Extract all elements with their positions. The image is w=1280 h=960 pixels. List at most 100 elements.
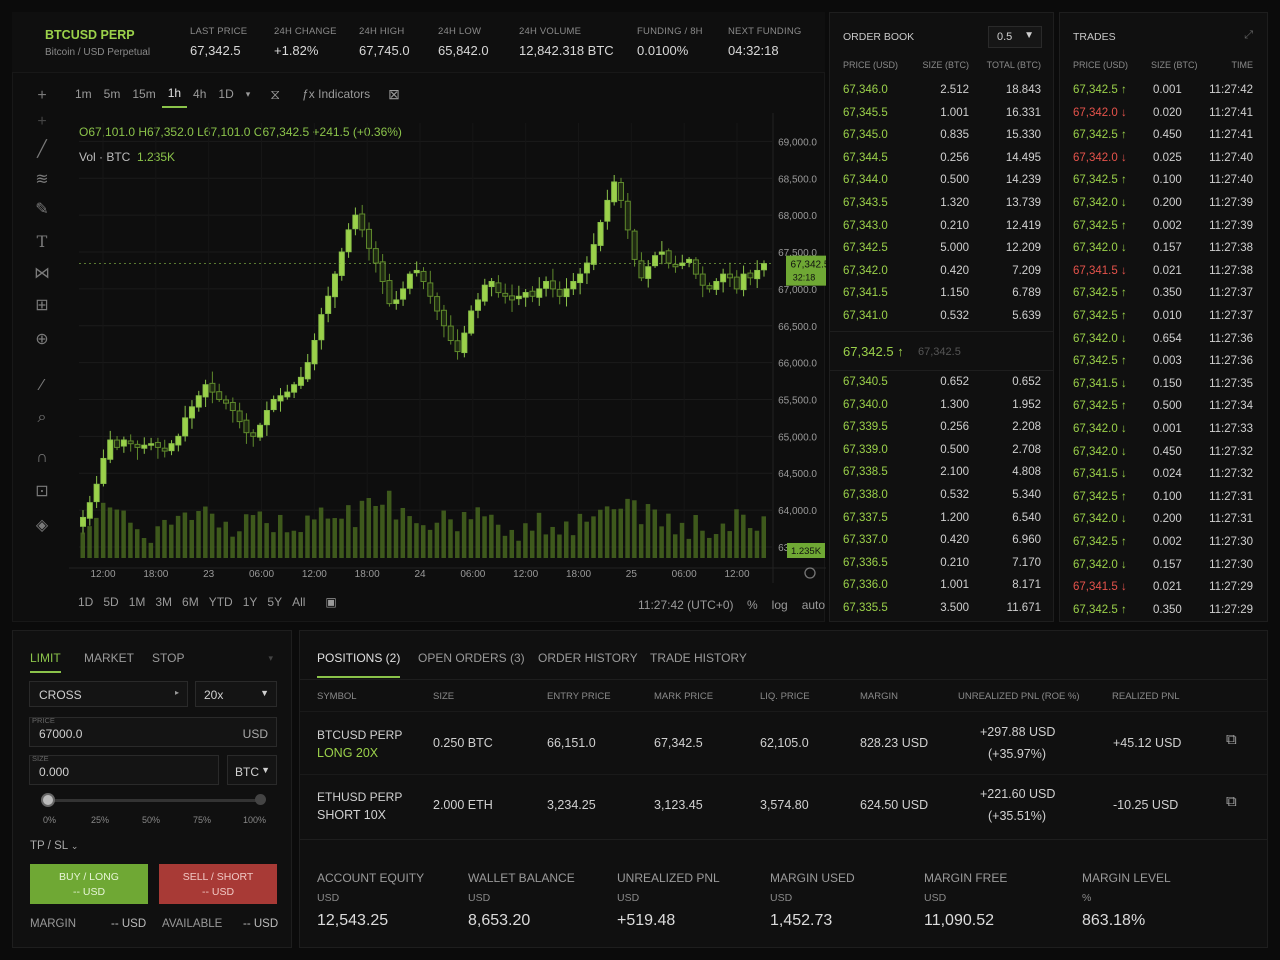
book-row[interactable]: 67,342.5 5.000 12.209 <box>830 238 1053 261</box>
book-row[interactable]: 67,338.5 2.100 4.808 <box>830 462 1053 485</box>
sell-short-button[interactable]: SELL / SHORT -- USD <box>159 864 277 904</box>
y-tick-label: 65,500.0 <box>778 395 817 406</box>
timeframe-1d[interactable]: 1D <box>212 81 239 107</box>
tab-trade-history[interactable]: TRADE HISTORY <box>650 651 747 665</box>
book-row[interactable]: 67,343.5 1.320 13.739 <box>830 193 1053 216</box>
book-row[interactable]: 67,340.5 0.652 0.652 <box>830 372 1053 395</box>
calendar-icon[interactable]: ▣ <box>320 595 341 609</box>
x-tick-label: 25 <box>626 569 638 580</box>
brush-icon[interactable]: ≋ <box>31 169 53 191</box>
pattern-icon[interactable]: ⋈ <box>31 263 53 285</box>
price-chart[interactable]: 69,000.068,500.068,000.067,500.067,000.0… <box>69 113 826 593</box>
tab-positions[interactable]: POSITIONS (2) <box>317 651 401 678</box>
book-row[interactable]: 67,346.0 2.512 18.843 <box>830 80 1053 103</box>
text-tool-icon[interactable]: T <box>31 231 53 253</box>
range-3m[interactable]: 3M <box>150 595 177 609</box>
book-row[interactable]: 67,337.5 1.200 6.540 <box>830 508 1053 531</box>
candle-style-icon[interactable]: ⧖ <box>264 81 286 107</box>
zoom-icon[interactable]: ⌕ <box>31 407 53 429</box>
price-input[interactable]: PRICE 67000.0 USD <box>29 716 277 747</box>
range-5d[interactable]: 5D <box>98 595 123 609</box>
indicators-button[interactable]: ƒx Indicators <box>296 81 376 107</box>
volume-bar <box>564 521 569 558</box>
timeframe-4h[interactable]: 4h <box>187 81 212 107</box>
book-row[interactable]: 67,345.5 1.001 16.331 <box>830 103 1053 126</box>
book-row[interactable]: 67,340.0 1.300 1.952 <box>830 395 1053 418</box>
range-6m[interactable]: 6M <box>177 595 204 609</box>
candle-body <box>120 439 127 447</box>
book-row[interactable]: 67,344.0 0.500 14.239 <box>830 170 1053 193</box>
auto-scale-toggle[interactable]: auto <box>802 598 825 612</box>
volume-bar <box>291 530 297 558</box>
tab-market[interactable]: MARKET <box>84 651 134 665</box>
buy-long-button[interactable]: BUY / LONG -- USD <box>30 864 148 904</box>
external-link-icon[interactable]: ⧉ <box>1226 793 1237 810</box>
volume-bar <box>516 540 521 558</box>
chevron-down-icon: ▼ <box>261 765 270 775</box>
chevron-down-icon[interactable]: ▾ <box>240 81 257 107</box>
range-1y[interactable]: 1Y <box>238 595 263 609</box>
magnet-icon[interactable]: ∩ <box>31 447 53 469</box>
layout-icon[interactable]: ⊠ <box>382 81 406 107</box>
range-1m[interactable]: 1M <box>124 595 151 609</box>
trade-size: 0.021 <box>1153 264 1182 277</box>
ruler-icon[interactable]: ⁄ <box>31 375 53 397</box>
range-1d[interactable]: 1D <box>73 595 98 609</box>
range-ytd[interactable]: YTD <box>204 595 238 609</box>
book-row[interactable]: 67,338.0 0.532 5.340 <box>830 485 1053 508</box>
eye-icon[interactable]: ◈ <box>31 515 53 537</box>
book-row[interactable]: 67,341.5 1.150 6.789 <box>830 283 1053 306</box>
chart-clock: 11:27:42 (UTC+0) <box>638 598 734 612</box>
trade-time: 11:27:42 <box>1209 84 1253 96</box>
size-slider-track[interactable] <box>47 799 261 802</box>
leverage-select[interactable]: 20x ▼ <box>195 681 277 707</box>
symbol-name[interactable]: BTCUSD PERP <box>45 28 135 42</box>
book-row[interactable]: 67,344.5 0.256 14.495 <box>830 148 1053 171</box>
chevron-down-icon[interactable]: ▾ <box>268 653 273 664</box>
timeframe-5m[interactable]: 5m <box>98 81 127 107</box>
margin-mode-select[interactable]: CROSS ▸ <box>29 681 188 707</box>
range-all[interactable]: All <box>287 595 310 609</box>
book-row[interactable]: 67,339.5 0.256 2.208 <box>830 417 1053 440</box>
volume-bar <box>155 526 160 558</box>
globe-icon[interactable]: ⊕ <box>31 329 53 351</box>
pen-icon[interactable]: ✎ <box>31 199 53 221</box>
book-row[interactable]: 67,336.5 0.210 7.170 <box>830 553 1053 576</box>
size-unit-select[interactable]: BTC ▼ <box>227 755 277 785</box>
book-row[interactable]: 67,336.0 1.001 8.171 <box>830 575 1053 598</box>
tab-open-orders[interactable]: OPEN ORDERS (3) <box>418 651 525 665</box>
drawing-toolbar: + + ╱ ≋ ✎ T ⋈ ⊞ ⊕ ⁄ ⌕ ∩ ⊡ ◈ <box>13 73 69 543</box>
book-row[interactable]: 67,339.0 0.500 2.708 <box>830 440 1053 463</box>
tab-stop[interactable]: STOP <box>152 651 184 665</box>
timeframe-1m[interactable]: 1m <box>69 81 98 107</box>
reset-icon[interactable] <box>804 567 816 579</box>
tab-limit[interactable]: LIMIT <box>30 651 61 673</box>
trend-line-icon[interactable]: ╱ <box>31 139 53 161</box>
candle-body <box>747 272 754 279</box>
timeframe-1h[interactable]: 1h <box>161 80 188 108</box>
book-row[interactable]: 67,335.5 3.500 11.671 <box>830 598 1053 621</box>
crosshair-icon[interactable]: + <box>31 85 53 107</box>
size-input[interactable]: SIZE 0.000 <box>29 754 219 785</box>
book-row[interactable]: 67,345.0 0.835 15.330 <box>830 125 1053 148</box>
percent-scale-toggle[interactable]: % <box>747 598 758 612</box>
fib-icon[interactable]: ⊞ <box>31 295 53 317</box>
timeframe-15m[interactable]: 15m <box>126 81 161 107</box>
book-row[interactable]: 67,343.0 0.210 12.419 <box>830 216 1053 239</box>
tab-order-history[interactable]: ORDER HISTORY <box>538 651 638 665</box>
log-scale-toggle[interactable]: log <box>772 598 788 612</box>
lock-icon[interactable]: ⊡ <box>31 481 53 503</box>
book-row[interactable]: 67,341.0 0.532 5.639 <box>830 306 1053 329</box>
book-row[interactable]: 67,337.0 0.420 6.960 <box>830 530 1053 553</box>
size-slider-handle[interactable] <box>41 793 55 807</box>
tpsl-toggle[interactable]: TP / SL ⌄ <box>30 840 78 852</box>
chart-panel: + + ╱ ≋ ✎ T ⋈ ⊞ ⊕ ⁄ ⌕ ∩ ⊡ ◈ 1m 5m 15m 1h… <box>12 72 826 622</box>
candle-body <box>611 181 618 203</box>
crosshair-alt-icon[interactable]: + <box>31 111 53 133</box>
price-step-select[interactable]: 0.5 ▼ <box>988 26 1042 48</box>
candle-body <box>543 281 550 289</box>
range-5y[interactable]: 5Y <box>262 595 287 609</box>
external-link-icon[interactable]: ⧉ <box>1226 731 1237 748</box>
book-row[interactable]: 67,342.0 0.420 7.209 <box>830 261 1053 284</box>
expand-icon[interactable]: ⤢ <box>1244 29 1253 42</box>
